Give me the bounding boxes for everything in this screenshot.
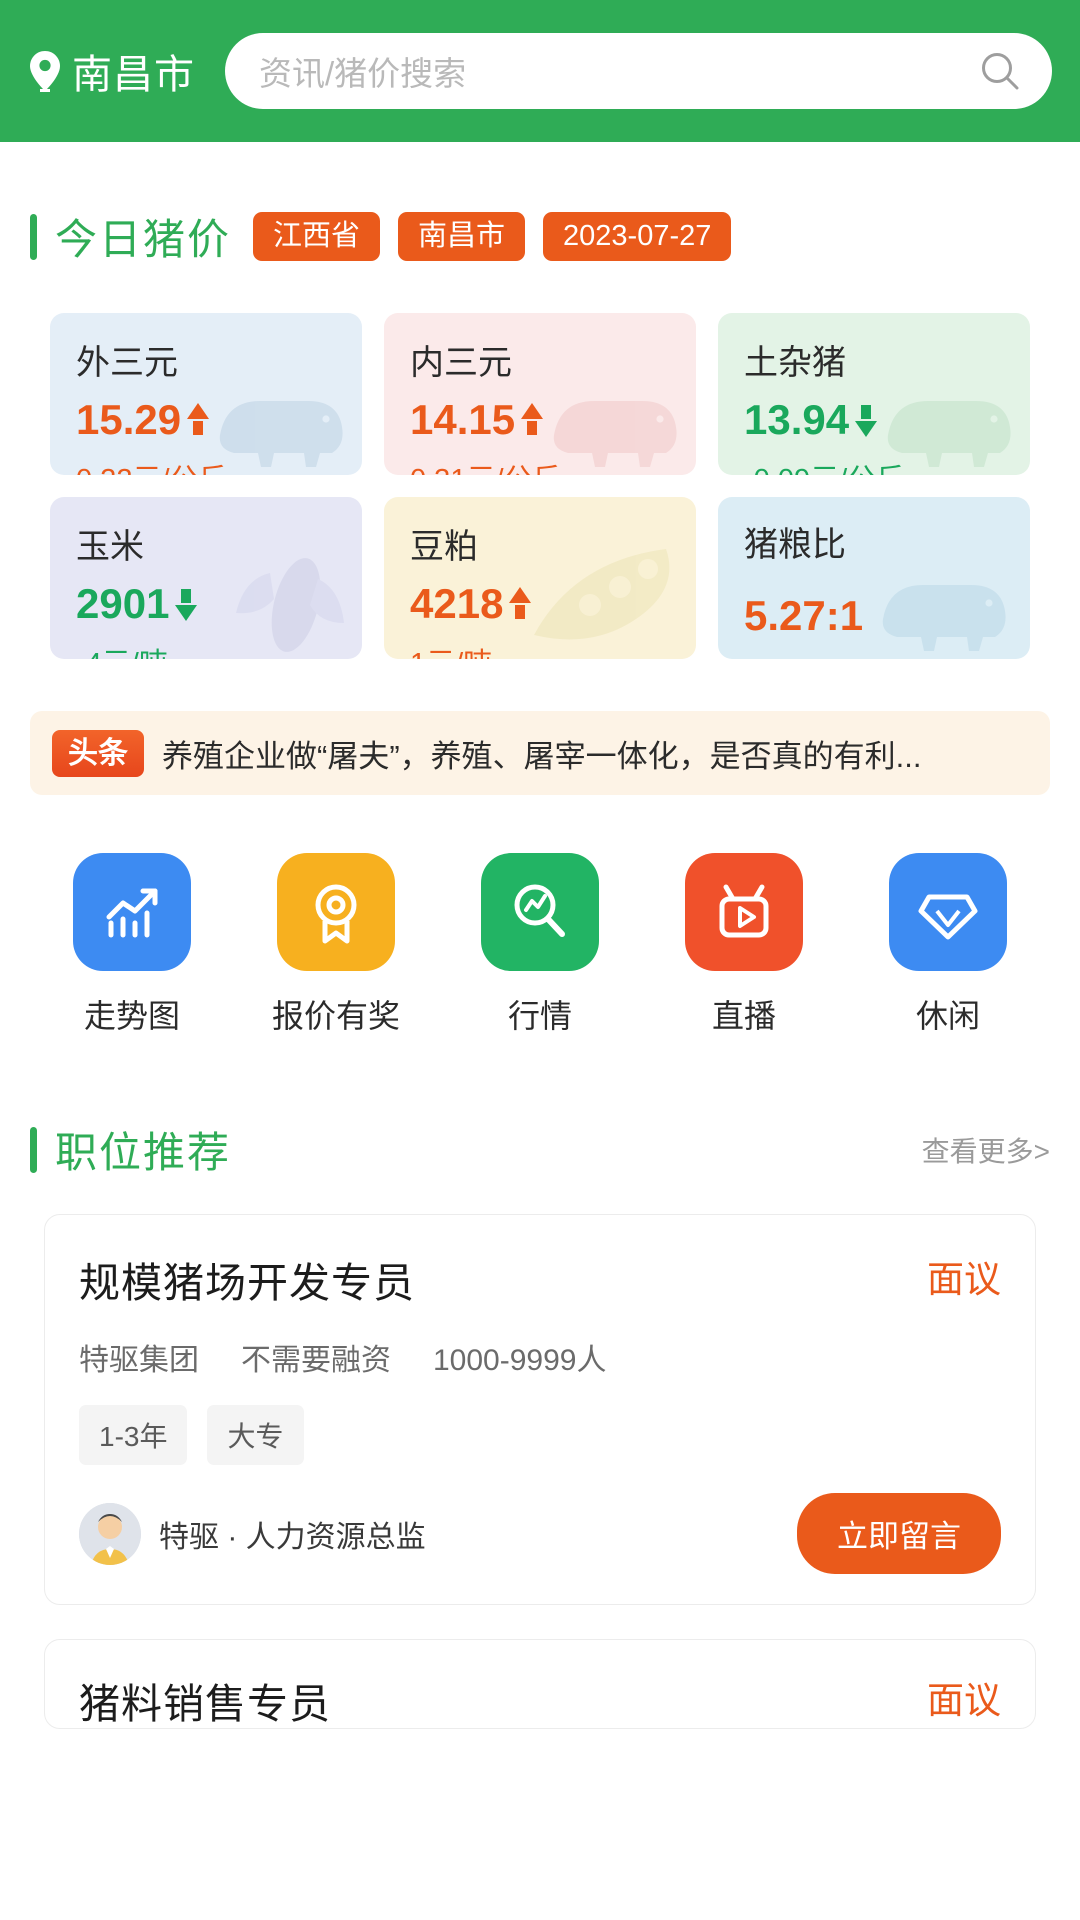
job-salary: 面议 (927, 1259, 1001, 1300)
headline-banner[interactable]: 头条 养殖企业做“屠夫”，养殖、屠宰一体化，是否真的有利... (30, 711, 1050, 795)
job-title: 猪料销售专员 (79, 1681, 331, 1727)
price-card-corn[interactable]: 玉米 2901 -4元/吨 (50, 497, 362, 659)
price-card-grid: 外三元 15.29 0.22元/公斤 内三元 14.15 0.3 (0, 313, 1080, 659)
price-card-pig-grain-ratio[interactable]: 猪粮比 5.27:1 (718, 497, 1030, 659)
search-placeholder: 资讯/猪价搜索 (259, 55, 467, 92)
price-card-delta: -0.09元/公斤 (744, 456, 1030, 475)
section-accent-bar (30, 213, 37, 260)
price-card-delta: 0.22元/公斤 (76, 456, 362, 475)
job-card-top: 规模猪场开发专员 面议 (79, 1249, 1001, 1309)
job-company-size: 1000-9999人 (433, 1344, 607, 1377)
recruiter-avatar (79, 1502, 141, 1565)
quick-nav-label: 报价有奖 (271, 998, 400, 1034)
price-card-name: 土杂猪 (744, 344, 846, 382)
search-icon[interactable] (978, 49, 1022, 93)
price-card-name: 外三元 (76, 344, 178, 382)
map-pin-icon (28, 49, 62, 93)
arrow-up-icon (187, 403, 210, 435)
quick-nav-label: 直播 (711, 998, 776, 1034)
search-input[interactable]: 资讯/猪价搜索 (225, 33, 1052, 109)
date-tag[interactable]: 2023-07-27 (543, 211, 732, 262)
price-card-nei-san-yuan[interactable]: 内三元 14.15 0.31元/公斤 (384, 313, 696, 475)
price-filter-tags: 江西省 南昌市 2023-07-27 (253, 211, 732, 262)
job-tags: 1-3年 大专 (79, 1405, 1001, 1465)
arrow-down-icon (175, 589, 198, 621)
job-tag-education: 大专 (207, 1405, 304, 1465)
price-card-name: 玉米 (76, 528, 144, 566)
price-section-header: 今日猪价 江西省 南昌市 2023-07-27 (0, 206, 1080, 267)
job-card[interactable]: 猪料销售专员 面议 (44, 1639, 1036, 1729)
live-tv-icon (685, 853, 803, 971)
job-title: 规模猪场开发专员 (79, 1260, 415, 1306)
quick-nav-label: 走势图 (83, 998, 180, 1034)
price-card-value: 4218 (410, 580, 696, 628)
market-search-icon (481, 853, 599, 971)
diamond-icon (889, 853, 1007, 971)
jobs-view-more-link[interactable]: 查看更多> (922, 1130, 1050, 1170)
send-message-button[interactable]: 立即留言 (797, 1493, 1001, 1574)
price-card-name: 内三元 (410, 344, 512, 382)
price-card-value: 14.15 (410, 396, 696, 444)
quick-nav-item-leisure[interactable]: 休闲 (882, 853, 1014, 1037)
price-card-delta: 0.31元/公斤 (410, 456, 696, 475)
job-meta: 特驱集团 不需要融资 1000-9999人 (79, 1335, 1001, 1379)
quick-nav-item-award[interactable]: 报价有奖 (270, 853, 402, 1037)
price-card-name: 豆粕 (410, 528, 478, 566)
price-card-wai-san-yuan[interactable]: 外三元 15.29 0.22元/公斤 (50, 313, 362, 475)
job-funding-stage: 不需要融资 (241, 1344, 391, 1377)
recruiter-name: 特驱 · 人力资源总监 (159, 1520, 426, 1554)
region-province-tag[interactable]: 江西省 (253, 211, 381, 262)
region-city-tag[interactable]: 南昌市 (398, 211, 526, 262)
price-section-title: 今日猪价 (55, 216, 232, 263)
headline-badge: 头条 (52, 729, 144, 777)
arrow-up-icon (509, 587, 532, 619)
price-card-delta: -4元/吨 (76, 640, 362, 659)
price-card-delta: 1元/吨 (410, 640, 696, 659)
location-selector[interactable]: 南昌市 (28, 42, 195, 100)
price-card-soybean-meal[interactable]: 豆粕 4218 1元/吨 (384, 497, 696, 659)
job-card-top: 猪料销售专员 面议 (79, 1670, 1001, 1728)
jobs-section-title: 职位推荐 (55, 1129, 232, 1176)
price-card-tu-za-zhu[interactable]: 土杂猪 13.94 -0.09元/公斤 (718, 313, 1030, 475)
quick-nav-label: 休闲 (915, 998, 980, 1034)
section-accent-bar (30, 1126, 37, 1173)
quick-nav-item-trend-chart[interactable]: 走势图 (66, 853, 198, 1037)
price-card-value: 13.94 (744, 396, 1030, 444)
award-medal-icon (277, 853, 395, 971)
price-card-name: 猪粮比 (744, 525, 846, 564)
headline-text[interactable]: 养殖企业做“屠夫”，养殖、屠宰一体化，是否真的有利... (162, 731, 921, 776)
quick-nav-label: 行情 (507, 998, 572, 1034)
quick-nav-item-live[interactable]: 直播 (678, 853, 810, 1037)
job-company: 特驱集团 (79, 1344, 199, 1377)
job-card[interactable]: 规模猪场开发专员 面议 特驱集团 不需要融资 1000-9999人 1-3年 大… (44, 1214, 1036, 1605)
job-salary: 面议 (927, 1680, 1001, 1721)
price-card-value: 5.27:1 (744, 591, 864, 639)
job-tag-experience: 1-3年 (79, 1405, 188, 1465)
price-card-value: 2901 (76, 580, 362, 628)
job-card-footer: 特驱 · 人力资源总监 立即留言 (79, 1493, 1001, 1574)
price-card-value: 15.29 (76, 396, 362, 444)
quick-nav-row: 走势图 报价有奖 行情 直播 休闲 (0, 795, 1080, 1037)
app-header: 南昌市 资讯/猪价搜索 (0, 0, 1080, 142)
trend-chart-icon (73, 853, 191, 971)
arrow-down-icon (855, 405, 878, 437)
quick-nav-item-market[interactable]: 行情 (474, 853, 606, 1037)
location-label: 南昌市 (72, 53, 195, 97)
jobs-section-header: 职位推荐 查看更多> (0, 1119, 1080, 1180)
arrow-up-icon (521, 403, 544, 435)
app-screen: 南昌市 资讯/猪价搜索 今日猪价 江西省 南昌市 2023-07-27 外三元 … (0, 0, 1080, 1920)
